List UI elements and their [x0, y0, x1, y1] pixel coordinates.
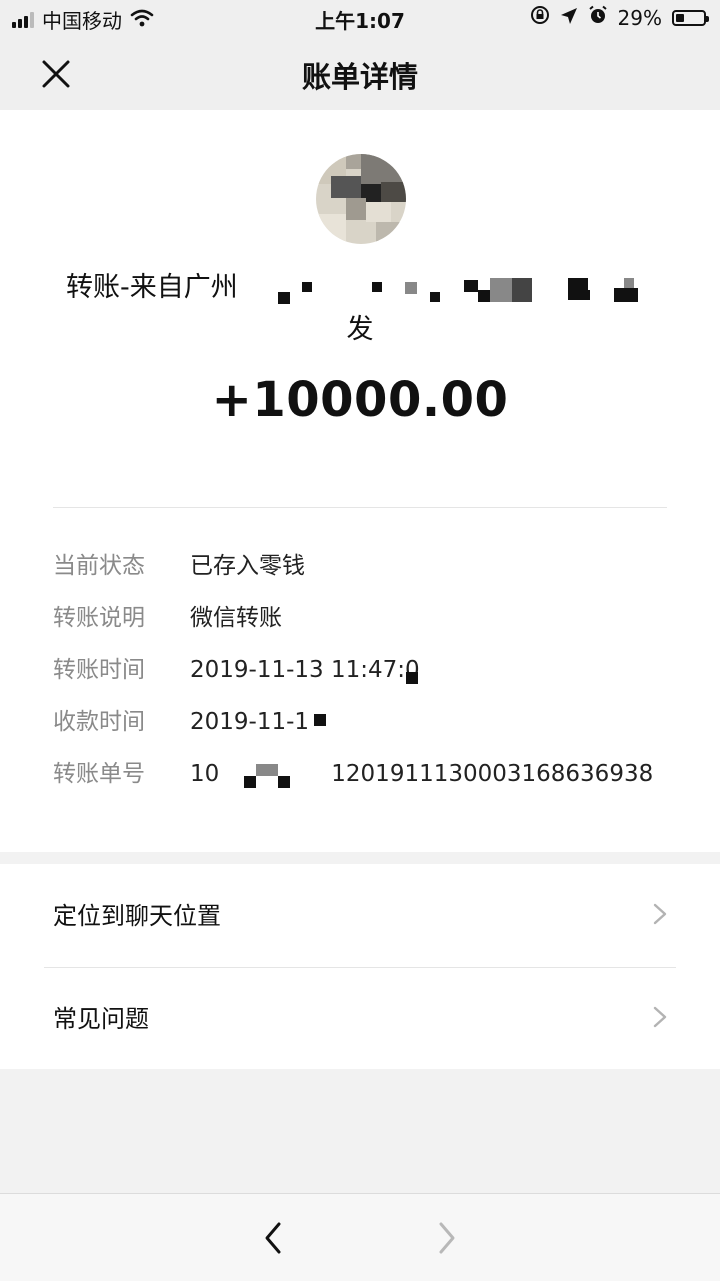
lock-rotation-icon	[530, 5, 550, 30]
redaction-block	[580, 290, 590, 300]
detail-row-transfer-time: 转账时间 2019-11-13 11:47:0	[53, 650, 420, 690]
sender-visible-text: 转账-来自广州	[66, 272, 238, 303]
redaction-block	[478, 290, 490, 302]
detail-row-order-number: 转账单号 10 1201911130003168636938	[53, 754, 653, 794]
redaction-block	[614, 288, 638, 302]
detail-row-description: 转账说明 微信转账	[53, 598, 282, 638]
avatar	[316, 154, 406, 244]
redaction-block	[512, 278, 532, 302]
faq-item[interactable]: 常见问题	[0, 967, 720, 1069]
card-divider	[53, 507, 667, 508]
detail-label: 转账时间	[53, 657, 145, 683]
transfer-amount: +10000.00	[211, 372, 509, 428]
detail-value: 2019-11-13 11:47:0	[190, 657, 420, 683]
bottom-nav-bar	[0, 1193, 720, 1281]
redaction-block	[256, 764, 278, 776]
detail-value: 2019-11-1	[190, 709, 310, 735]
forward-arrow-icon	[439, 1222, 455, 1254]
detail-row-status: 当前状态 已存入零钱	[53, 546, 305, 586]
redaction-block	[302, 282, 312, 292]
menu-item-label: 常见问题	[53, 1005, 149, 1033]
back-arrow-icon	[265, 1222, 281, 1254]
redaction-block	[624, 278, 634, 288]
redaction-block	[464, 280, 478, 292]
redaction-block	[405, 282, 417, 294]
nav-bar: 账单详情	[0, 36, 720, 110]
status-bar: 中国移动 上午1:07 29%	[0, 0, 720, 36]
transfer-card: 转账-来自广州 发 +10000.00 当前状态 已存入零钱 转账说明 微信转账…	[0, 110, 720, 852]
locate-chat-position-item[interactable]: 定位到聊天位置	[0, 864, 720, 966]
status-right: 29%	[530, 5, 709, 30]
detail-label: 收款时间	[53, 709, 145, 735]
redaction-block	[278, 776, 290, 788]
order-number-suffix: 1201911130003168636938	[331, 761, 654, 787]
chevron-right-icon	[653, 1006, 667, 1028]
redaction-block	[278, 292, 290, 304]
detail-value: 已存入零钱	[190, 553, 305, 579]
sender-name-line2: 发	[346, 314, 374, 345]
battery-icon	[672, 9, 709, 26]
detail-label: 转账说明	[53, 605, 145, 631]
redaction-block	[244, 776, 256, 788]
order-number-prefix: 10	[190, 761, 220, 787]
back-button[interactable]	[256, 1220, 292, 1256]
detail-value: 微信转账	[190, 605, 282, 631]
redaction-block	[314, 714, 326, 726]
menu-item-label: 定位到聊天位置	[53, 902, 221, 930]
detail-label: 当前状态	[53, 553, 145, 579]
page-title: 账单详情	[301, 60, 418, 94]
redaction-block	[490, 278, 512, 302]
battery-percent: 29%	[617, 5, 662, 30]
action-menu: 定位到聊天位置 常见问题	[0, 864, 720, 1069]
redaction-block	[430, 292, 440, 302]
alarm-icon	[588, 5, 608, 30]
redaction-block	[372, 282, 382, 292]
detail-label: 转账单号	[53, 761, 145, 787]
detail-row-receive-time: 收款时间 2019-11-1	[53, 702, 309, 742]
location-icon	[560, 6, 578, 30]
redaction-block	[406, 672, 418, 684]
chevron-right-icon	[653, 903, 667, 925]
sender-name: 转账-来自广州	[66, 268, 238, 308]
forward-button[interactable]	[428, 1220, 464, 1256]
